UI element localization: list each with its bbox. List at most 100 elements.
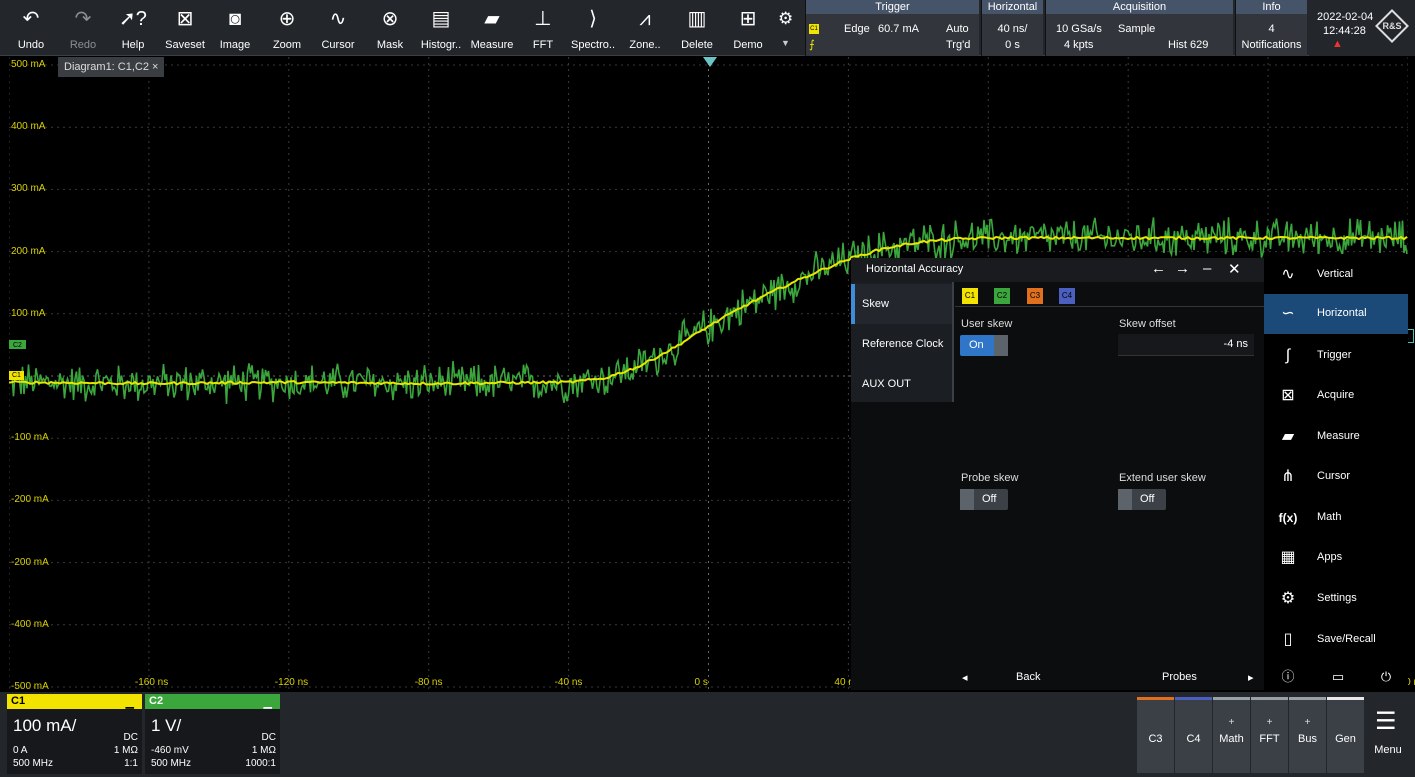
acquisition-status[interactable]: Acquisition 10 GSa/s Sample 4 kpts Hist …: [1045, 0, 1233, 56]
gear-icon[interactable]: ⚙: [778, 10, 796, 28]
c4-button[interactable]: C4: [1175, 697, 1212, 773]
histogram-button[interactable]: ▤ Histogr..: [416, 0, 466, 56]
rising-edge-icon: ⨍: [809, 39, 815, 51]
gen-button[interactable]: Gen: [1327, 697, 1364, 773]
forward-arrow-icon[interactable]: →: [1175, 260, 1190, 277]
channel-chip-c3[interactable]: C3: [1027, 288, 1043, 304]
channel-chip-c1[interactable]: C1: [962, 288, 978, 304]
skew-offset-label: Skew offset: [1119, 318, 1176, 330]
menu-item-horizontal[interactable]: ∽ Horizontal: [1264, 294, 1408, 334]
user-skew-toggle[interactable]: On: [960, 335, 1008, 356]
tab-skew[interactable]: Skew: [851, 284, 952, 324]
spectrogram-button[interactable]: ⟩ Spectro..: [568, 0, 618, 56]
gen-stripe: [1327, 697, 1364, 700]
add-indicator: +: [1228, 717, 1235, 728]
menu-item-apps[interactable]: ▦ Apps: [1264, 538, 1408, 578]
menu-button[interactable]: ☰ Menu: [1365, 697, 1411, 773]
fft-button[interactable]: ⊥ FFT: [524, 0, 562, 56]
c1-scale: 100 mA/: [13, 716, 77, 735]
close-icon[interactable]: ✕: [1228, 260, 1241, 278]
diagram-tab[interactable]: Diagram1: C1,C2 ×: [58, 57, 165, 77]
c3-button[interactable]: C3: [1137, 697, 1174, 773]
channel-row-divider: [955, 306, 1264, 307]
y-tick-label: -200 mA: [11, 556, 49, 568]
menu-item-settings[interactable]: ⚙ Settings: [1264, 579, 1408, 619]
channel-c1-box[interactable]: C1 ▁ 100 mA/ DC 0 A 1 MΩ 500 MHz 1:1: [7, 694, 142, 774]
cursor-wave-icon: ∿: [329, 8, 347, 30]
tab-reference-clock[interactable]: Reference Clock: [851, 324, 952, 364]
zone-button[interactable]: ⩘ Zone..: [622, 0, 668, 56]
power-icon[interactable]: ⏻: [1376, 667, 1396, 687]
y-tick-label: 100 mA: [11, 307, 46, 319]
date-display: 2022-02-04: [1317, 11, 1374, 23]
c1-offset-marker[interactable]: C1: [9, 371, 24, 380]
undo-button[interactable]: ↶ Undo: [6, 0, 56, 56]
channel-c2-box[interactable]: C2 ▁ 1 V/ DC -460 mV 1 MΩ 500 MHz 1000:1: [145, 694, 280, 774]
saveset-button[interactable]: ⊠ Saveset: [160, 0, 210, 56]
trigger-status[interactable]: Trigger Edge 60.7 mA Auto Trg'd: [805, 0, 979, 56]
mask-button[interactable]: ⊗ Mask: [366, 0, 414, 56]
button-label: Math: [1219, 733, 1244, 745]
tab-aux-out[interactable]: AUX OUT: [851, 364, 952, 404]
spectrogram-icon: ⟩: [589, 8, 597, 30]
c4-stripe: [1175, 697, 1212, 700]
menu-item-acquire[interactable]: ⊠ Acquire: [1264, 376, 1408, 416]
minimize-icon[interactable]: –: [1203, 260, 1211, 277]
trigger-mode: Auto: [946, 23, 969, 35]
menu-footer: ⓘ ▭ ⏻: [1264, 663, 1408, 691]
c2-offset-marker[interactable]: C2: [9, 340, 26, 349]
minimize-icon[interactable]: ▁: [264, 696, 272, 709]
fft-icon: ⊥: [534, 8, 552, 30]
x-tick-label: -120 ns: [274, 677, 309, 688]
mask-icon: ⊗: [381, 8, 399, 30]
skew-offset-field[interactable]: -4 ns: [1118, 334, 1254, 356]
bus-stripe: [1289, 697, 1326, 700]
extend-user-skew-toggle[interactable]: Off: [1118, 489, 1166, 510]
acquisition-mode: Sample: [1118, 23, 1156, 35]
back-chevron-icon[interactable]: ◂: [962, 671, 968, 684]
chevron-down-icon[interactable]: ▼: [781, 38, 790, 48]
menu-label: Apps: [1317, 551, 1343, 563]
forward-chevron-icon[interactable]: ▸: [1248, 671, 1254, 684]
menu-item-cursor[interactable]: ⋔ Cursor: [1264, 457, 1408, 497]
redo-button[interactable]: ↷ Redo: [58, 0, 108, 56]
demo-button[interactable]: ⊞ Demo: [724, 0, 772, 56]
help-pointer-icon: ➚?: [119, 8, 147, 30]
delete-button[interactable]: ▥ Delete: [674, 0, 720, 56]
fft-button[interactable]: + FFT: [1251, 697, 1288, 773]
menu-label: Math: [1317, 511, 1342, 523]
back-arrow-icon[interactable]: ←: [1151, 260, 1166, 277]
document-icon: ▯: [1283, 631, 1293, 648]
info-status[interactable]: Info 4 Notifications: [1235, 0, 1307, 56]
help-circle-icon[interactable]: ⓘ: [1278, 667, 1298, 687]
menu-item-math[interactable]: f(x) Math: [1264, 498, 1408, 538]
measure-button[interactable]: ▰ Measure: [468, 0, 516, 56]
trigger-position-marker[interactable]: [703, 57, 717, 67]
monitor-icon[interactable]: ▭: [1328, 667, 1348, 687]
toolbar: ↶ Undo ↷ Redo ➚? Help ⊠ Saveset ◙ Image ⊕ Zoom…: [0, 0, 1415, 56]
menu-item-vertical[interactable]: ∿ Vertical: [1264, 255, 1408, 295]
help-button[interactable]: ➚? Help: [110, 0, 156, 56]
cursor-button[interactable]: ∿ Cursor: [314, 0, 362, 56]
demo-icon: ⊞: [739, 8, 757, 30]
y-tick-label: 300 mA: [11, 183, 46, 195]
channel-chip-c2[interactable]: C2: [994, 288, 1010, 304]
minimize-icon[interactable]: ▁: [126, 696, 134, 709]
math-button[interactable]: + Math: [1213, 697, 1250, 773]
bus-button[interactable]: + Bus: [1289, 697, 1326, 773]
probe-skew-toggle[interactable]: Off: [960, 489, 1008, 510]
menu-item-measure[interactable]: ▰ Measure: [1264, 417, 1408, 457]
menu-item-save-recall[interactable]: ▯ Save/Recall: [1264, 620, 1408, 660]
back-button[interactable]: Back: [1016, 671, 1040, 683]
cursor-icon: ⋔: [1281, 468, 1295, 485]
close-icon[interactable]: ×: [152, 61, 158, 73]
menu-item-trigger[interactable]: ∫ Trigger: [1264, 336, 1408, 376]
menu-label: Horizontal: [1317, 307, 1367, 319]
horizontal-status[interactable]: Horizontal 40 ns/ 0 s: [981, 0, 1043, 56]
probes-button[interactable]: Probes: [1162, 671, 1197, 683]
channel-chip-c4[interactable]: C4: [1059, 288, 1075, 304]
c1-impedance: 1 MΩ: [113, 745, 138, 756]
zoom-button[interactable]: ⊕ Zoom: [262, 0, 312, 56]
image-button[interactable]: ◙ Image: [212, 0, 258, 56]
x-tick-label: -160 ns: [134, 677, 169, 688]
